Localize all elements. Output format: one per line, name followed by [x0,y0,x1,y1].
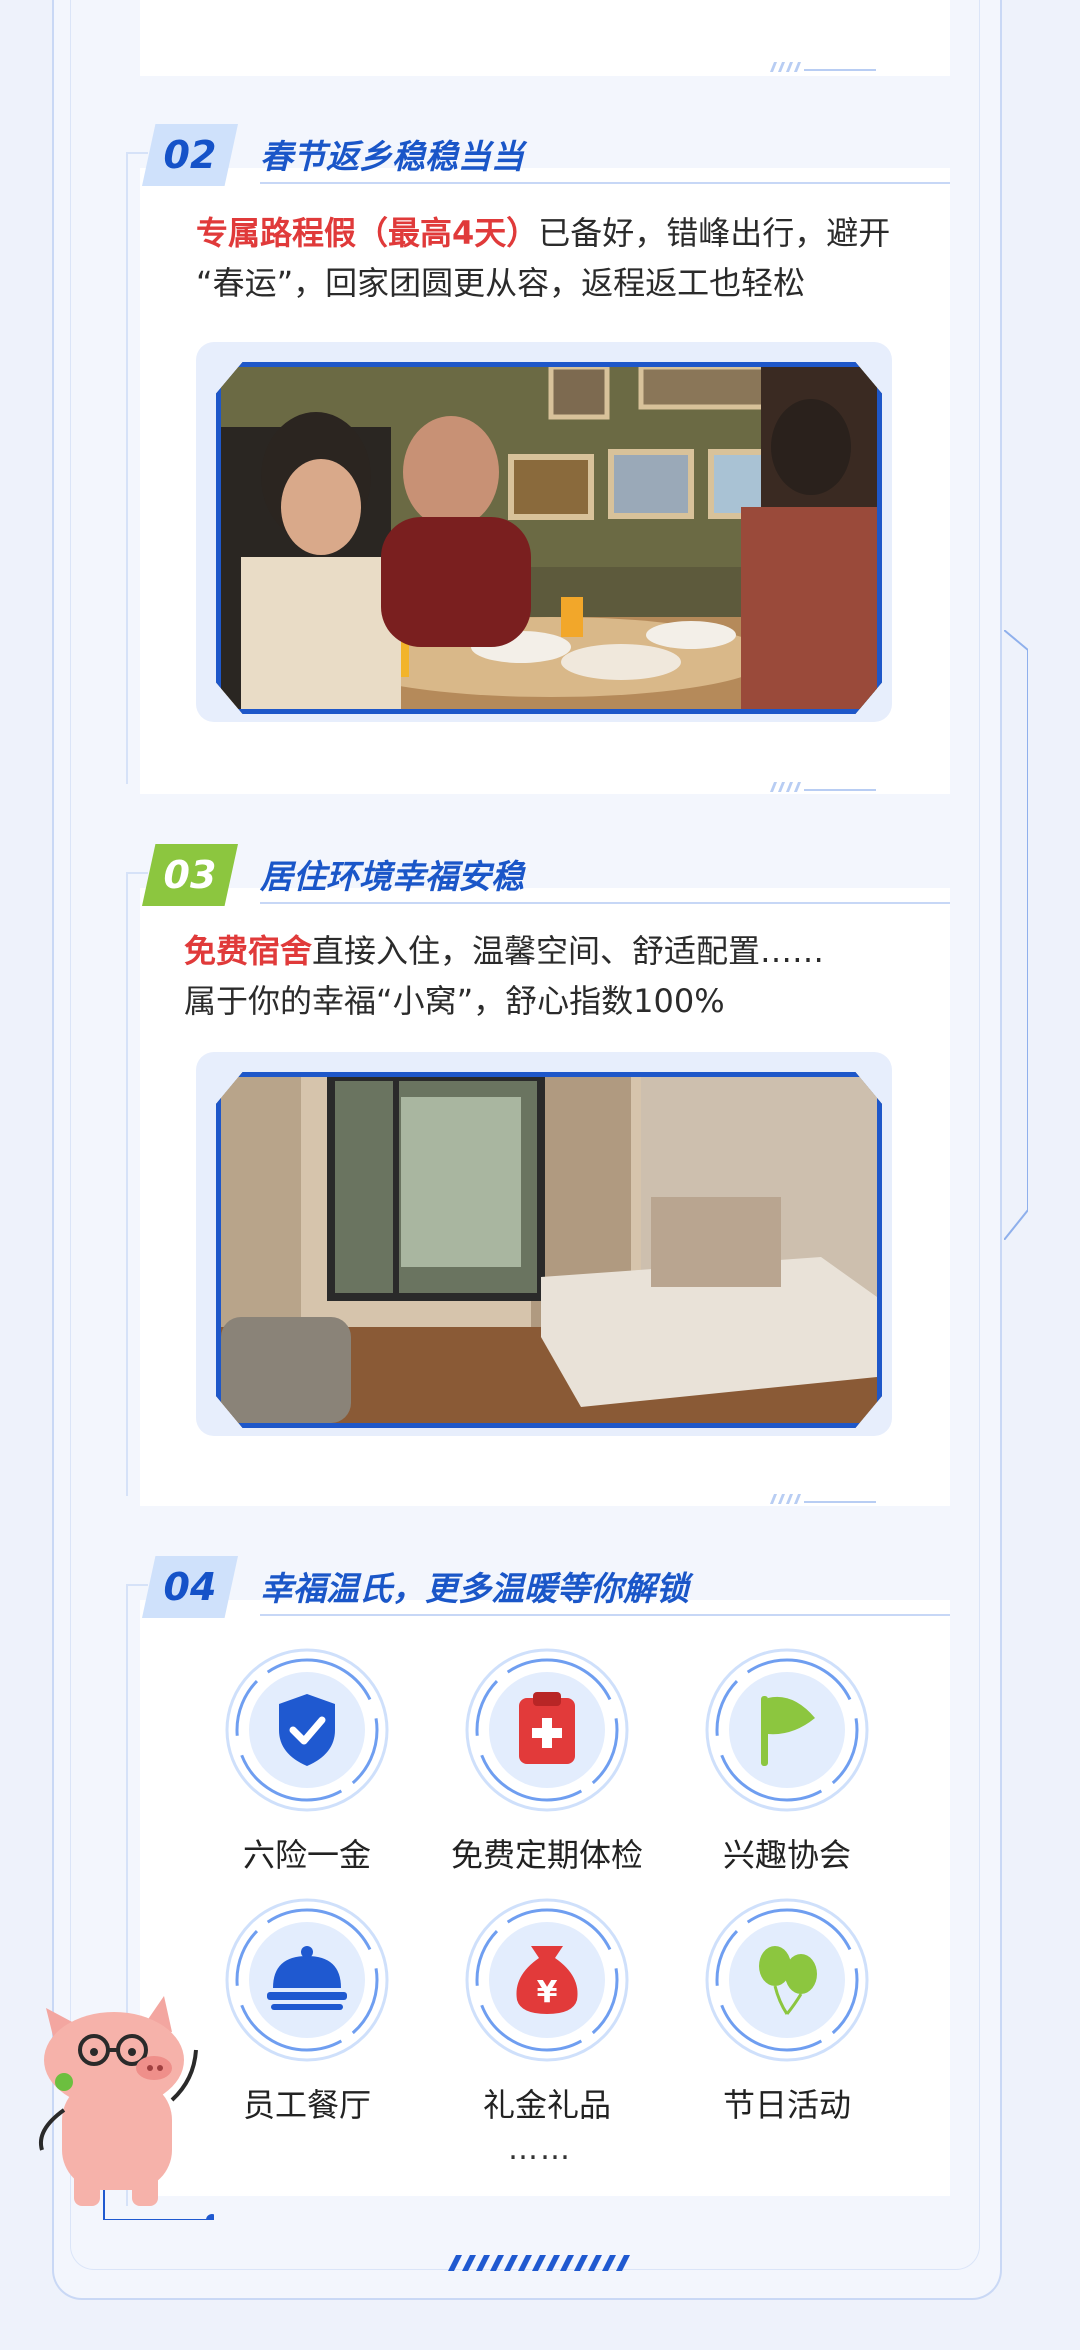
benefit-label: 节日活动 [722,2086,851,2124]
section-number: 03 [163,853,217,897]
section-04-header: 04 幸福温氏，更多温暖等你解锁 [142,1556,950,1624]
benefit-item[interactable]: 兴趣协会 [687,1646,887,1876]
section-number: 04 [163,1565,217,1609]
benefit-item[interactable]: 节日活动 [687,1896,887,2126]
benefit-item[interactable]: 六险一金 [207,1646,407,1876]
side-bracket-decoration [1004,630,1028,1240]
benefit-label: 员工餐厅 [242,2086,371,2124]
section-title-underline [260,1614,950,1616]
money-bag-icon: ¥ [465,1898,629,2062]
shield-check-icon [225,1648,389,1812]
bottom-stripe-decoration [448,2255,630,2271]
card-stripe-decoration [770,62,876,72]
flag-icon [705,1648,869,1812]
highlight-text: 免费宿舍 [184,932,313,970]
section-number: 02 [163,133,217,177]
food-cloche-icon [225,1898,389,2062]
text-line: 已备好，错峰出行，避开 [538,214,891,252]
card-stripe-decoration [770,1494,876,1504]
section-title-underline [260,182,950,184]
text-line: “春运”，回家团圆更从容，返程返工也轻松 [196,264,806,302]
pig-mascot-icon [39,1996,214,2220]
benefit-item[interactable]: 免费定期体检 [447,1646,647,1876]
benefit-label: 礼金礼品 [482,2086,611,2124]
svg-text:¥: ¥ [537,1975,558,2010]
medical-clipboard-icon [465,1648,629,1812]
section-02-text: 专属路程假（最高4天）已备好，错峰出行，避开 “春运”，回家团圆更从容，返程返工… [196,208,936,308]
section-title-underline [260,902,950,904]
benefit-item[interactable]: 员工餐厅 [207,1896,407,2126]
section-03-header: 03 居住环境幸福安稳 [142,844,950,912]
family-dinner-photo [216,362,882,714]
dormitory-room-illustration [221,1073,877,1423]
card-stripe-decoration [770,782,876,792]
balloons-icon [705,1898,869,2062]
text-line: 直接入住，温馨空间、舒适配置…… [312,932,825,970]
section-title: 居住环境幸福安稳 [260,857,524,896]
benefit-label: 免费定期体检 [450,1836,643,1874]
section-title: 幸福温氏，更多温暖等你解锁 [260,1569,689,1608]
dormitory-room-photo [216,1072,882,1428]
section-02-header: 02 春节返乡稳稳当当 [142,124,950,192]
highlight-text: 专属路程假（最高4天） [196,214,539,252]
section-03-text: 免费宿舍直接入住，温馨空间、舒适配置…… 属于你的幸福“小窝”，舒心指数100% [184,926,944,1026]
text-line: 属于你的幸福“小窝”，舒心指数100% [184,982,725,1020]
benefit-label: 兴趣协会 [722,1836,851,1874]
benefit-item[interactable]: ¥ 礼金礼品 [447,1896,647,2126]
benefit-label: 六险一金 [242,1836,371,1874]
family-dinner-illustration [221,364,877,709]
section-title: 春节返乡稳稳当当 [260,137,524,176]
